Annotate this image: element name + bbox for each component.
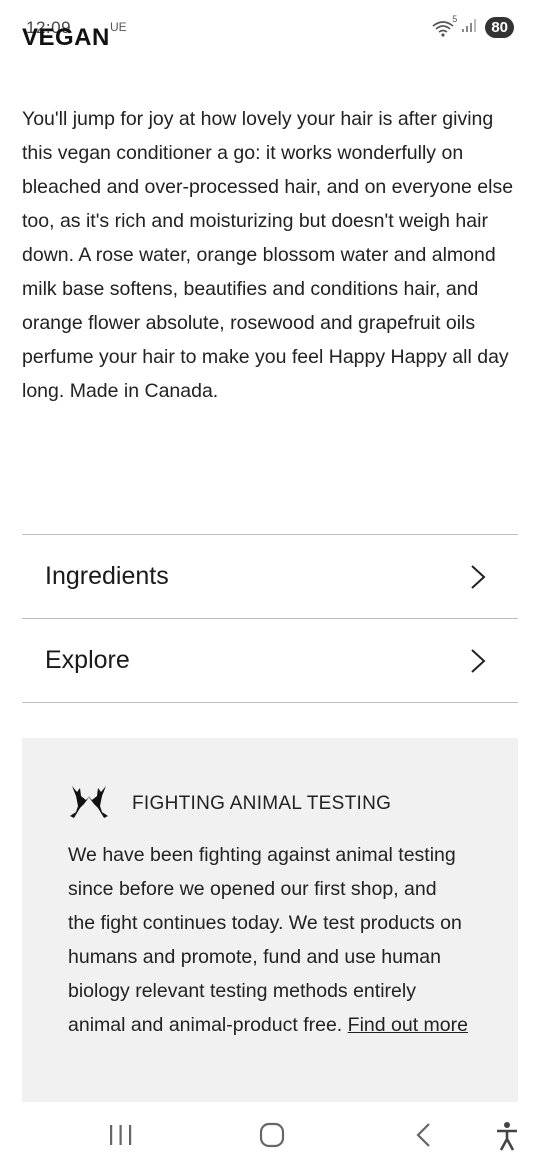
promo-body: We have been fighting against animal tes…	[68, 844, 462, 1036]
animal-testing-panel: FIGHTING ANIMAL TESTING We have been fig…	[22, 738, 518, 1102]
network-label: UE	[110, 20, 127, 34]
accessibility-icon[interactable]	[494, 1120, 520, 1157]
wifi-label: 5	[452, 13, 458, 24]
accordion-explore[interactable]: Explore	[22, 619, 518, 703]
back-icon[interactable]	[412, 1120, 434, 1155]
vegan-label: VEGAN	[22, 24, 110, 51]
battery-indicator: 80	[485, 17, 514, 38]
recents-icon[interactable]	[108, 1120, 134, 1155]
promo-header: FIGHTING ANIMAL TESTING	[68, 782, 391, 825]
chevron-right-icon	[468, 647, 488, 675]
accordion-label: Ingredients	[45, 562, 169, 590]
system-nav-bar	[0, 1102, 540, 1170]
find-out-more-link[interactable]: Find out more	[348, 1014, 468, 1036]
accordion: Ingredients Explore	[22, 534, 518, 703]
promo-text: We have been fighting against animal tes…	[68, 838, 468, 1042]
home-icon[interactable]	[258, 1120, 286, 1155]
product-description: You'll jump for joy at how lovely your h…	[22, 108, 514, 402]
status-bar: 12:09 UE VEGAN 5 80	[0, 0, 540, 56]
chevron-right-icon	[468, 563, 488, 591]
promo-title: FIGHTING ANIMAL TESTING	[132, 792, 392, 814]
accordion-label: Explore	[45, 646, 130, 674]
wifi-icon: 5	[431, 14, 457, 38]
hares-icon	[68, 782, 110, 825]
signal-icon	[461, 17, 479, 38]
accordion-ingredients[interactable]: Ingredients	[22, 535, 518, 619]
status-icons: 5 80	[431, 14, 514, 38]
